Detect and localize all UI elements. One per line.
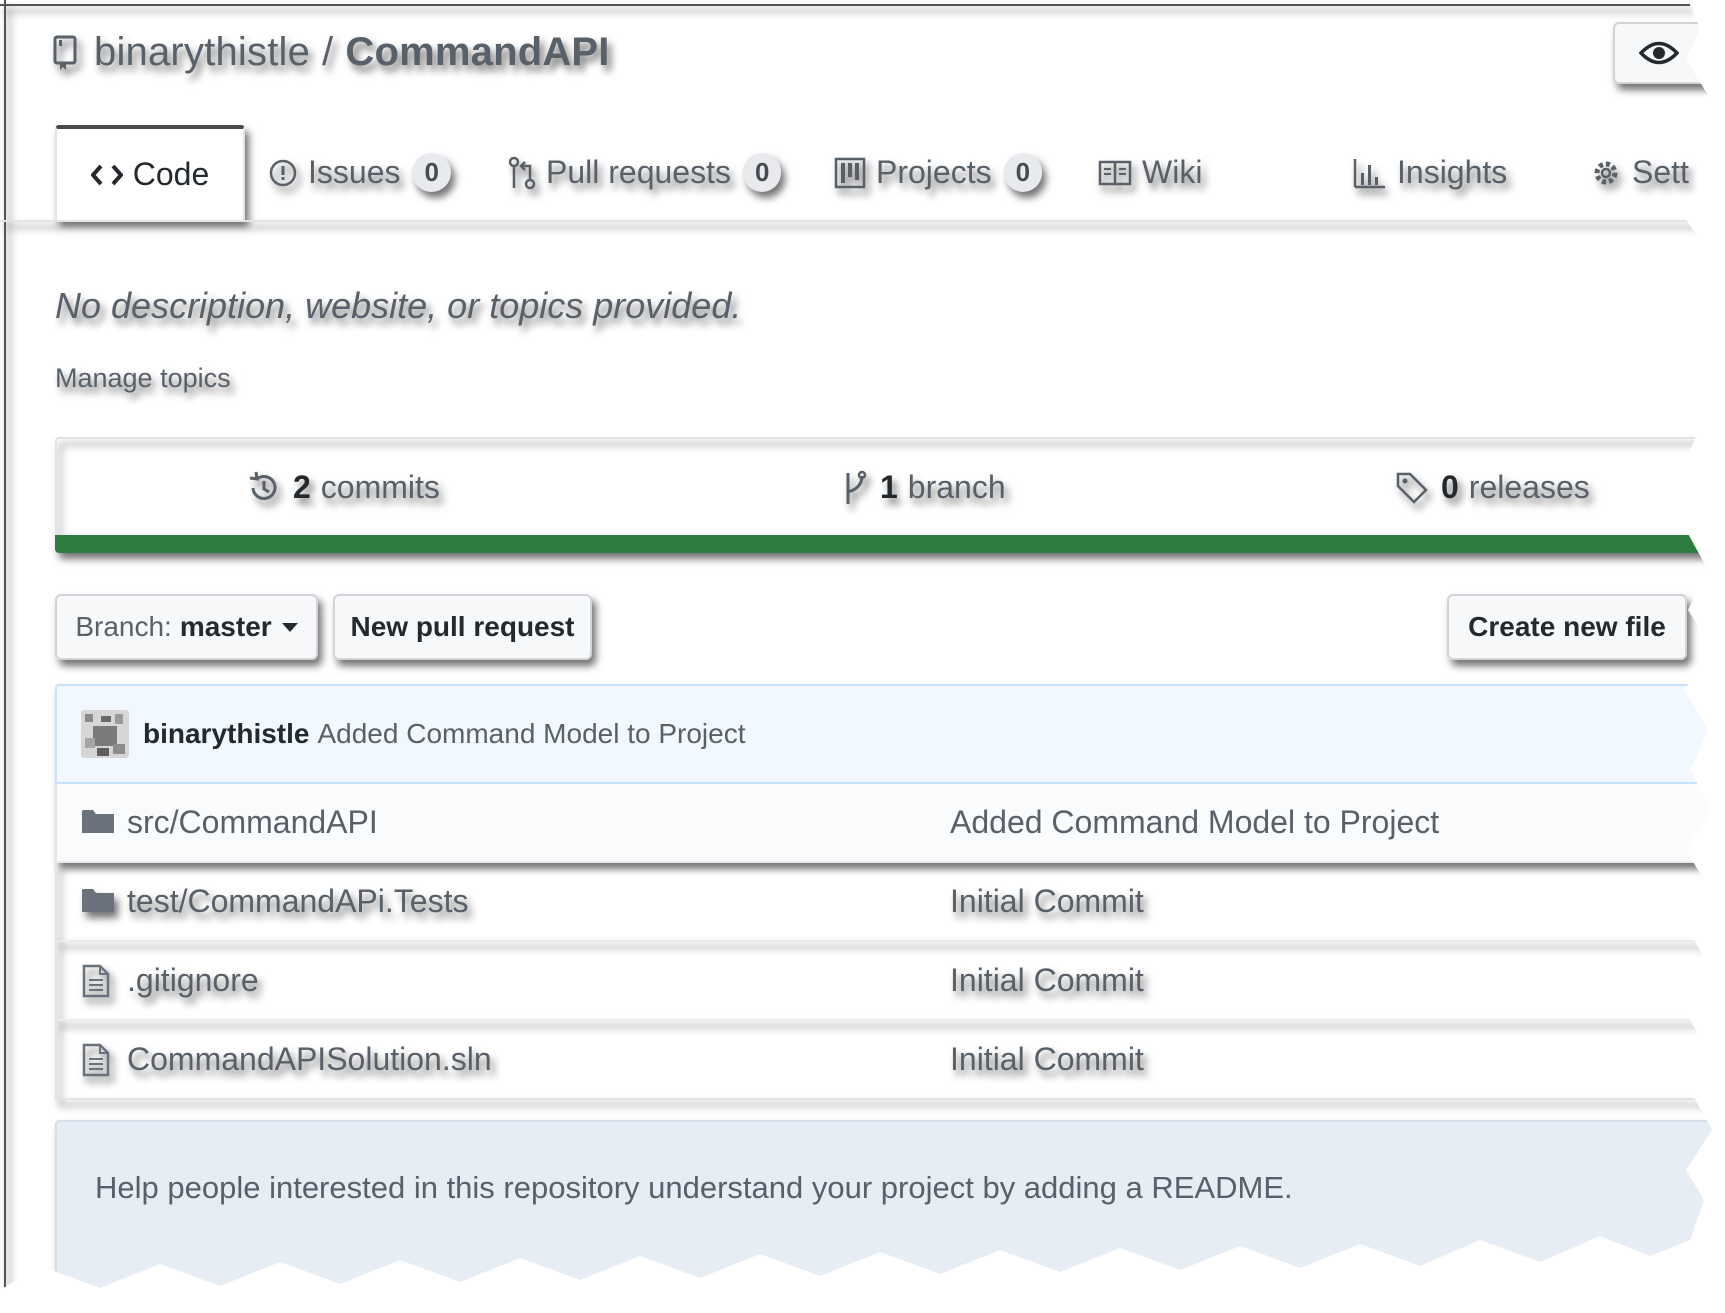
- repo-header: binarythistle / CommandAPI: [52, 30, 610, 75]
- file-row[interactable]: CommandAPISolution.sln Initial Commit: [57, 1019, 1714, 1098]
- commits-count: 2: [293, 469, 311, 505]
- latest-commit-bar: binarythistle Added Command Model to Pro…: [55, 684, 1714, 784]
- tab-label: Wiki: [1142, 154, 1203, 190]
- code-icon: [90, 164, 123, 185]
- watch-button[interactable]: [1613, 22, 1714, 84]
- repo-icon: [53, 35, 77, 70]
- gear-icon: [1594, 161, 1618, 184]
- repo-owner-link[interactable]: binarythistle: [94, 30, 310, 74]
- branches-summary[interactable]: 1 branch: [842, 469, 1006, 506]
- file-row[interactable]: .gitignore Initial Commit: [57, 940, 1714, 1019]
- file-commit-message[interactable]: Added Command Model to Project: [950, 804, 1439, 841]
- tag-icon: [1396, 472, 1428, 504]
- repo-title: binarythistle / CommandAPI: [94, 30, 610, 75]
- tab-label: Insights: [1397, 154, 1508, 190]
- tab-issues[interactable]: Issues 0: [268, 125, 451, 220]
- numbers-summary: 2 commits 1 branch 0 releases: [55, 437, 1714, 537]
- file-icon: [82, 964, 110, 998]
- branch-select-button[interactable]: Branch: master: [55, 594, 318, 660]
- avatar[interactable]: [81, 710, 129, 758]
- file-commit-message[interactable]: Initial Commit: [950, 962, 1144, 999]
- branches-label: branch: [907, 469, 1006, 505]
- file-name-link[interactable]: CommandAPISolution.sln: [127, 1041, 492, 1078]
- repo-description: No description, website, or topics provi…: [55, 285, 742, 326]
- projects-counter: 0: [1003, 153, 1043, 192]
- tab-label: Pull requests: [546, 154, 731, 190]
- file-name-link[interactable]: src/CommandAPI: [127, 804, 378, 841]
- commits-summary[interactable]: 2 commits: [247, 469, 440, 506]
- releases-summary[interactable]: 0 releases: [1395, 469, 1590, 506]
- tab-label: Sett: [1632, 154, 1689, 190]
- repo-name-link[interactable]: CommandAPI: [345, 30, 609, 74]
- issues-counter: 0: [412, 153, 451, 192]
- file-icon: [82, 1043, 110, 1077]
- repo-nav-tabs: Code Issues 0 Pull requests 0 Projects 0…: [0, 125, 1714, 222]
- tab-wiki[interactable]: Wiki: [1098, 125, 1202, 220]
- file-commit-message[interactable]: Initial Commit: [950, 1041, 1144, 1078]
- tab-label: Issues: [308, 154, 401, 190]
- caret-down-icon: [281, 622, 298, 632]
- pull-requests-counter: 0: [742, 153, 782, 192]
- commit-author-link[interactable]: binarythistle: [143, 718, 309, 750]
- readme-prompt: Help people interested in this repositor…: [55, 1120, 1714, 1290]
- file-row[interactable]: src/CommandAPI Added Command Model to Pr…: [57, 784, 1714, 861]
- tab-code[interactable]: Code: [55, 125, 245, 220]
- tab-settings[interactable]: Sett: [1590, 125, 1689, 220]
- file-name-link[interactable]: test/CommandAPi.Tests: [127, 883, 468, 920]
- file-row[interactable]: test/CommandAPi.Tests Initial Commit: [57, 861, 1714, 940]
- branches-count: 1: [880, 469, 898, 505]
- page-border-top: [0, 4, 1690, 6]
- language-bar[interactable]: [55, 535, 1714, 553]
- history-icon: [249, 471, 277, 500]
- repository-page: binarythistle /CommandAPI Code Issues 0: [0, 0, 1714, 1290]
- create-new-file-button[interactable]: Create new file: [1447, 594, 1687, 660]
- project-icon: [834, 157, 866, 188]
- readme-prompt-text: Help people interested in this repositor…: [95, 1170, 1293, 1205]
- manage-topics-link[interactable]: Manage topics: [55, 363, 231, 394]
- tab-pull-requests[interactable]: Pull requests 0: [508, 125, 782, 220]
- file-commit-message[interactable]: Initial Commit: [950, 883, 1144, 920]
- folder-icon: [82, 889, 114, 912]
- branch-label: Branch:: [75, 611, 172, 642]
- commits-label: commits: [320, 469, 440, 505]
- tab-projects[interactable]: Projects 0: [834, 125, 1043, 220]
- book-icon: [1098, 160, 1132, 185]
- graph-icon: [1353, 158, 1385, 188]
- commit-message-link[interactable]: Added Command Model to Project: [317, 718, 745, 750]
- git-pull-request-icon: [508, 156, 536, 189]
- file-name-link[interactable]: .gitignore: [127, 962, 259, 999]
- eye-icon: [1639, 41, 1679, 65]
- releases-count: 0: [1441, 469, 1459, 505]
- git-branch-icon: [846, 470, 867, 504]
- tab-label: Code: [132, 156, 210, 192]
- new-pull-request-button[interactable]: New pull request: [333, 594, 592, 660]
- file-list: src/CommandAPI Added Command Model to Pr…: [55, 784, 1714, 1100]
- folder-icon: [82, 810, 114, 833]
- tab-insights[interactable]: Insights: [1353, 125, 1507, 220]
- repo-path-separator: /: [322, 30, 334, 74]
- tab-label: Projects: [876, 154, 992, 190]
- releases-label: releases: [1468, 469, 1590, 505]
- issue-opened-icon: [269, 159, 297, 186]
- branch-value: master: [179, 611, 272, 642]
